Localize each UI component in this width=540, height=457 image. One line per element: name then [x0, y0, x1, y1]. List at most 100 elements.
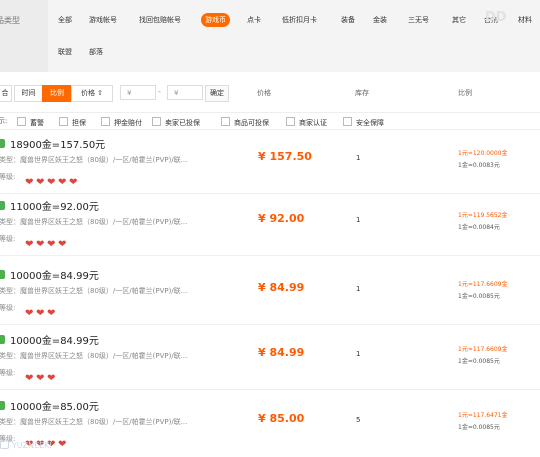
price-confirm-button[interactable]: 确定: [205, 85, 229, 102]
cat-item-other[interactable]: 其它: [452, 13, 466, 27]
price-min-input[interactable]: ¥: [120, 85, 156, 100]
heart-icon: ❤: [36, 177, 45, 188]
row-divider: [0, 255, 540, 256]
category-side-label: 品类型: [0, 16, 20, 25]
listing-level-label: 等级:: [0, 369, 16, 377]
gold-icon: [0, 401, 5, 410]
filter-option-label: 担保: [72, 119, 86, 127]
price-max-input[interactable]: ¥: [167, 85, 203, 100]
gold-icon: [0, 335, 5, 344]
heart-icon: ❤: [25, 177, 34, 188]
sort-bar: 合 时间 比例 价格 ⇧ ¥ - ¥ 确定 价格 库存 比例: [0, 82, 540, 104]
checkbox[interactable]: [286, 117, 295, 126]
filter-option[interactable]: 商品可投保: [221, 117, 269, 128]
listing-title[interactable]: 11000金=92.00元: [10, 198, 99, 213]
heart-icon: ❤: [47, 177, 56, 188]
filter-option-label: 押金赔付: [114, 119, 142, 127]
heart-icon: ❤: [58, 439, 67, 450]
checkbox[interactable]: [101, 117, 110, 126]
heart-icon: ❤: [25, 373, 34, 384]
filter-option-label: 商品可投保: [234, 119, 269, 127]
cat-item-alliance[interactable]: 联盟: [58, 45, 72, 59]
gold-icon: [0, 139, 5, 148]
cat-item-all[interactable]: 全部: [58, 13, 72, 27]
listing-row[interactable]: 11000金=92.00元 类型：魔兽世界区妖王之怒（80级）/一区/帕霍兰(P…: [0, 194, 540, 256]
checkbox[interactable]: [17, 117, 26, 126]
listing-price: ¥ 92.00: [258, 212, 305, 225]
filter-label: 示:: [0, 117, 8, 125]
filter-option-label: 卖家已投保: [165, 119, 200, 127]
listing-level-label: 等级:: [0, 235, 16, 243]
column-header-price: 价格: [257, 89, 271, 97]
listing-row[interactable]: 10000金=84.99元 类型：魔兽世界区妖王之怒（80级）/一区/帕霍兰(P…: [0, 328, 540, 390]
listing-stock: 1: [356, 285, 361, 293]
listing-stock: 1: [356, 216, 361, 224]
listing-row[interactable]: 18900金=157.50元 类型：魔兽世界区妖王之怒（80级）/一区/帕霍兰(…: [0, 132, 540, 194]
heart-icon: ❤: [36, 308, 45, 319]
listing-type: 类型：魔兽世界区妖王之怒（80级）/一区/帕霍兰(PVP)/联...: [0, 156, 188, 164]
heart-icon: ❤: [47, 308, 56, 319]
checkbox[interactable]: [221, 117, 230, 126]
sort-ratio-button[interactable]: 比例: [42, 85, 72, 102]
cat-item-material[interactable]: 材料: [518, 13, 532, 27]
sort-price-button[interactable]: 价格 ⇧: [71, 85, 113, 102]
filter-option[interactable]: 卖家已投保: [152, 117, 200, 128]
sort-default-button[interactable]: 合: [0, 85, 12, 102]
listing-price: ¥ 157.50: [258, 150, 312, 163]
ratio-gold-to-yuan: 1金=0.0085元: [458, 358, 500, 365]
listing-price: ¥ 84.99: [258, 346, 305, 359]
sort-time-button[interactable]: 时间: [14, 85, 43, 102]
ratio-yuan-to-gold: 1元=120.0000金: [458, 150, 508, 157]
checkbox[interactable]: [59, 117, 68, 126]
listing-title[interactable]: 18900金=157.50元: [10, 136, 105, 151]
filter-option[interactable]: 担保: [59, 117, 86, 128]
listing-type: 类型：魔兽世界区妖王之怒（80级）/一区/帕霍兰(PVP)/联...: [0, 218, 188, 226]
listing-type: 类型：魔兽世界区妖王之怒（80级）/一区/帕霍兰(PVP)/联...: [0, 352, 188, 360]
filter-option[interactable]: 押金赔付: [101, 117, 142, 128]
gold-icon: [0, 201, 5, 210]
seller-level-hearts: ❤ ❤ ❤ ❤ ❤: [25, 170, 80, 188]
cat-item-horde[interactable]: 部落: [89, 45, 103, 59]
cat-item-point-card[interactable]: 点卡: [247, 13, 261, 27]
heart-icon: ❤: [36, 373, 45, 384]
listing-type: 类型：魔兽世界区妖王之怒（80级）/一区/帕霍兰(PVP)/联...: [0, 287, 188, 295]
filter-option[interactable]: 蓄警: [17, 117, 44, 128]
listing-row[interactable]: 10000金=85.00元 类型：魔兽世界区妖王之怒（80级）/一区/帕霍兰(P…: [0, 394, 540, 456]
filter-option-label: 蓄警: [30, 119, 44, 127]
ratio-yuan-to-gold: 1元=117.6471金: [458, 412, 508, 419]
cat-item-equipment[interactable]: 装备: [341, 13, 355, 27]
listing-title[interactable]: 10000金=84.99元: [10, 332, 99, 347]
listing-title[interactable]: 10000金=84.99元: [10, 267, 99, 282]
filter-bar: 示: 蓄警 担保 押金赔付 卖家已投保 商品可投保 商家认证 安全保障: [0, 112, 540, 130]
filter-option-label: 商家认证: [299, 119, 327, 127]
price-range-dash: -: [158, 87, 161, 96]
gold-icon: [0, 270, 5, 279]
filter-option[interactable]: 商家认证: [286, 117, 327, 128]
cat-item-discount-card[interactable]: 低折扣月卡: [282, 13, 317, 27]
ratio-gold-to-yuan: 1金=0.0083元: [458, 162, 500, 169]
listing-title[interactable]: 10000金=85.00元: [10, 398, 99, 413]
cat-item-gold-gear[interactable]: 金装: [373, 13, 387, 27]
checkbox[interactable]: [152, 117, 161, 126]
seller-level-hearts: ❤ ❤ ❤: [25, 366, 58, 384]
listing-stock: 5: [356, 416, 361, 424]
heart-icon: ❤: [58, 177, 67, 188]
filter-option-label: 安全保障: [356, 119, 384, 127]
category-bar: 品类型 全部 游戏帐号 找回包赔帐号 游戏币 点卡 低折扣月卡 装备 金装 三无…: [0, 0, 540, 72]
cat-item-no-tie-account[interactable]: 三无号: [408, 13, 429, 27]
cat-item-game-currency[interactable]: 游戏币: [201, 13, 230, 27]
ratio-yuan-to-gold: 1元=117.6609金: [458, 281, 508, 288]
heart-icon: ❤: [25, 308, 34, 319]
checkbox[interactable]: [343, 117, 352, 126]
heart-icon: ❤: [36, 239, 45, 250]
ratio-gold-to-yuan: 1金=0.0085元: [458, 293, 500, 300]
cat-item-recovery-account[interactable]: 找回包赔帐号: [139, 13, 181, 27]
listing-stock: 1: [356, 154, 361, 162]
seller-level-hearts: ❤ ❤ ❤ ❤: [25, 232, 69, 250]
filter-option[interactable]: 安全保障: [343, 117, 384, 128]
cat-item-game-account[interactable]: 游戏帐号: [89, 13, 117, 27]
watermark-icon: [0, 440, 9, 449]
listing-row[interactable]: 10000金=84.99元 类型：魔兽世界区妖王之怒（80级）/一区/帕霍兰(P…: [0, 263, 540, 325]
ratio-gold-to-yuan: 1金=0.0085元: [458, 424, 500, 431]
ratio-yuan-to-gold: 1元=119.5652金: [458, 212, 508, 219]
